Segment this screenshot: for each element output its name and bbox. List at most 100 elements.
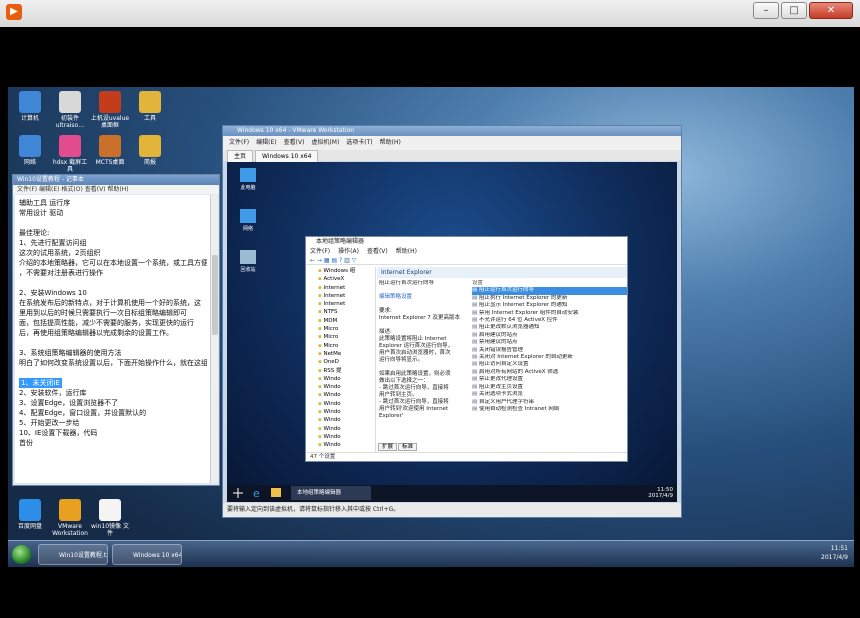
close-button[interactable]: ✕ <box>809 2 853 19</box>
taskbar-item-notepad[interactable]: Win10设置教程.txt - ... <box>38 544 108 565</box>
tree-node[interactable]: ▪ Windo <box>318 425 375 433</box>
tree-node[interactable]: ▪ ActiveX <box>318 275 375 283</box>
vmware-window[interactable]: Windows 10 x64 - VMware Workstation 文件(F… <box>222 125 682 518</box>
menu-item[interactable]: 查看(V) <box>284 139 305 146</box>
desktop-icon[interactable]: 计算机 <box>10 91 50 129</box>
start-orb-icon[interactable] <box>12 545 31 564</box>
tree-node[interactable]: ▪ NTFS <box>318 308 375 316</box>
tree-node[interactable]: ▪ NetMe <box>318 350 375 358</box>
policy-icon: ▤ <box>472 317 479 324</box>
tree-node[interactable]: ▪ OneD <box>318 358 375 366</box>
menu-item[interactable]: 选项卡(T) <box>346 139 372 146</box>
explorer-icon[interactable] <box>271 488 281 497</box>
tree-node[interactable]: ▪ Internet <box>318 300 375 308</box>
policy-setting-label: 关闭错误报告管理 <box>478 346 523 353</box>
tree-node[interactable]: ▪ Windo <box>318 416 375 424</box>
tree-node[interactable]: ▪ Windows 组 <box>318 267 375 275</box>
clock-time[interactable]: 11:51 <box>728 544 848 553</box>
vmware-menu-bar: 文件(F) 编辑(E) 查看(V) 虚拟机(M) 选项卡(T) 帮助(H) <box>223 136 681 150</box>
policy-setting[interactable]: ▤ 阻止显示 Internet Explorer 的通知 <box>472 302 627 309</box>
menu-item[interactable]: 查看(V) <box>367 248 388 255</box>
gpedit-tab[interactable]: 扩展 <box>378 443 398 451</box>
desktop-icon[interactable]: 网络 <box>10 135 50 173</box>
policy-setting[interactable]: ▤ 禁用 Internet Explorer 组件的自动安装 <box>472 310 627 317</box>
guest-taskbar-item[interactable]: 本地组策略编辑器 <box>291 486 371 500</box>
text-line: 10、IE设置下载器，代码 <box>19 428 207 438</box>
policy-setting[interactable]: ▤ 使用自动检测检查 Intranet 网络 <box>472 406 627 413</box>
tree-node[interactable]: ▪ Micro <box>318 342 375 350</box>
guest-desktop-icon[interactable]: 网络 <box>233 209 263 232</box>
tree-node[interactable]: ▪ Windo <box>318 383 375 391</box>
minimize-button[interactable]: – <box>753 2 779 19</box>
menu-item[interactable]: 文件(F) <box>229 139 249 146</box>
tree-node[interactable]: ▪ Micro <box>318 325 375 333</box>
scroll-thumb[interactable] <box>212 255 218 335</box>
windows-start-icon[interactable] <box>233 488 243 498</box>
tree-node[interactable]: ▪ Internet <box>318 284 375 292</box>
tree-node[interactable]: ▪ Internet <box>318 292 375 300</box>
gpedit-setting-list[interactable]: 设置 ▤ 阻止运行首次运行向导 ▤ 阻止执行 Internet Explorer … <box>472 280 627 445</box>
policy-setting-label: 禁止更改代理设置 <box>478 376 523 383</box>
policy-setting[interactable]: ▤ 启用对所有网站的 ActiveX 筛选 <box>472 369 627 376</box>
menu-item[interactable]: 帮助(H) <box>396 248 417 255</box>
desktop-icon[interactable]: MCTS桌面 <box>90 135 130 173</box>
taskbar-item-vmware[interactable]: Windows 10 x64 - ... <box>112 544 182 565</box>
policy-setting-label: 关闭对 Internet Explorer 的自动更新 <box>478 354 573 361</box>
guest-desktop-icon[interactable]: 回收站 <box>233 250 263 273</box>
policy-setting[interactable]: ▤ 禁用建议的站点 <box>472 339 627 346</box>
desktop-icon[interactable]: hdsx 截屏工具 <box>50 135 90 173</box>
policy-setting[interactable]: ▤ 阻止更改默认浏览器通知 <box>472 324 627 331</box>
policy-setting[interactable]: ▤ 阻止访问自定义设置 <box>472 361 627 368</box>
desktop-icon[interactable]: 初装件 ultraiso… <box>50 91 90 129</box>
menu-item[interactable]: 操作(A) <box>338 248 359 255</box>
gpedit-toolbar[interactable]: ← → ▦ ▤ ? ▥ ▽ <box>306 256 627 265</box>
tree-node[interactable]: ▪ RSS 提 <box>318 367 375 375</box>
policy-setting[interactable]: ▤ 关闭对 Internet Explorer 的自动更新 <box>472 354 627 361</box>
policy-setting[interactable]: ▤ 不允许运行 64 位 ActiveX 控件 <box>472 317 627 324</box>
policy-setting[interactable]: ▤ 自定义用户代理字符串 <box>472 399 627 406</box>
policy-icon: ▤ <box>472 346 479 353</box>
notepad-scrollbar[interactable] <box>210 195 218 483</box>
desktop-icon[interactable]: 上机设uvalue 桌面框 <box>90 91 130 129</box>
tree-node[interactable]: ▪ MDM <box>318 317 375 325</box>
gpedit-tab[interactable]: 标准 <box>398 443 418 451</box>
tree-node[interactable]: ▪ Windo <box>318 375 375 383</box>
text-line-content: 3、系统组策略编辑器的使用方法 <box>19 349 122 357</box>
gpedit-window[interactable]: 本地组策略编辑器 文件(F) 操作(A) 查看(V) 帮助(H) ← → ▦ ▤ ? … <box>305 236 628 462</box>
policy-setting[interactable]: ▤ 关闭选项卡式浏览 <box>472 391 627 398</box>
tree-node[interactable]: ▪ Windo <box>318 400 375 408</box>
description-line: 如果启用此策略设置，则必须 <box>379 371 451 377</box>
desktop-icon[interactable]: 百度网盘 <box>10 499 50 537</box>
tree-node[interactable]: ▪ Windo <box>318 433 375 441</box>
guest-screen[interactable]: 此电脑网络回收站 本地组策略编辑器 文件(F) 操作(A) 查看(V) 帮助(H) ←… <box>227 162 677 502</box>
menu-item[interactable]: 帮助(H) <box>380 139 401 146</box>
notepad-window[interactable]: Win10设置教程 - 记事本 文件(F) 编辑(E) 格式(O) 查看(V) … <box>12 174 220 486</box>
tree-node[interactable]: ▪ Micro <box>318 333 375 341</box>
policy-setting[interactable]: ▤ 阻止执行 Internet Explorer 的更新 <box>472 295 627 302</box>
policy-setting[interactable]: ▤ 阻止更改主页设置 <box>472 384 627 391</box>
vmware-tab-bar: 主页 Windows 10 x64 <box>223 150 681 163</box>
menu-item[interactable]: 虚拟机(M) <box>311 139 339 146</box>
menu-item[interactable]: 编辑(E) <box>256 139 276 146</box>
menu-item[interactable]: 文件(F) <box>310 248 330 255</box>
desktop-icon[interactable]: 工具 <box>130 91 170 129</box>
policy-setting[interactable]: ▤ 阻止运行首次运行向导 <box>472 287 627 295</box>
policy-setting[interactable]: ▤ 启用建议的站点 <box>472 332 627 339</box>
text-line-content: 1、未关闭IE <box>19 378 62 388</box>
clock-date[interactable]: 2017/4/9 <box>728 553 848 562</box>
policy-setting[interactable]: ▤ 禁止更改代理设置 <box>472 376 627 383</box>
maximize-button[interactable]: □ <box>781 2 807 19</box>
gpedit-tree[interactable]: ▪ Windows 组 ▪ ActiveX ▪ Internet ▪ Internet… <box>306 267 376 452</box>
guest-desktop-icon[interactable]: 此电脑 <box>233 168 263 191</box>
notepad-text-area[interactable]: 辅助工具 运行序 常用设计 驱动 最佳理论: 1、先进行配置访问组 这次的试用系统… <box>15 195 211 483</box>
policy-setting[interactable]: ▤ 关闭错误报告管理 <box>472 347 627 354</box>
desktop-icon[interactable]: win10镜像 文件 <box>90 499 130 537</box>
system-tray: 11:51 2017/4/9 <box>728 544 848 565</box>
tree-node[interactable]: ▪ Windo <box>318 441 375 449</box>
tree-node[interactable]: ▪ Windo <box>318 408 375 416</box>
edge-icon[interactable]: e <box>253 487 260 500</box>
desktop-icon[interactable]: VMware Workstation <box>50 499 90 537</box>
desktop-icon[interactable]: 简报 <box>130 135 170 173</box>
tree-node[interactable]: ▪ Windo <box>318 391 375 399</box>
notepad-menu[interactable]: 文件(F) 编辑(E) 格式(O) 查看(V) 帮助(H) <box>13 185 219 194</box>
